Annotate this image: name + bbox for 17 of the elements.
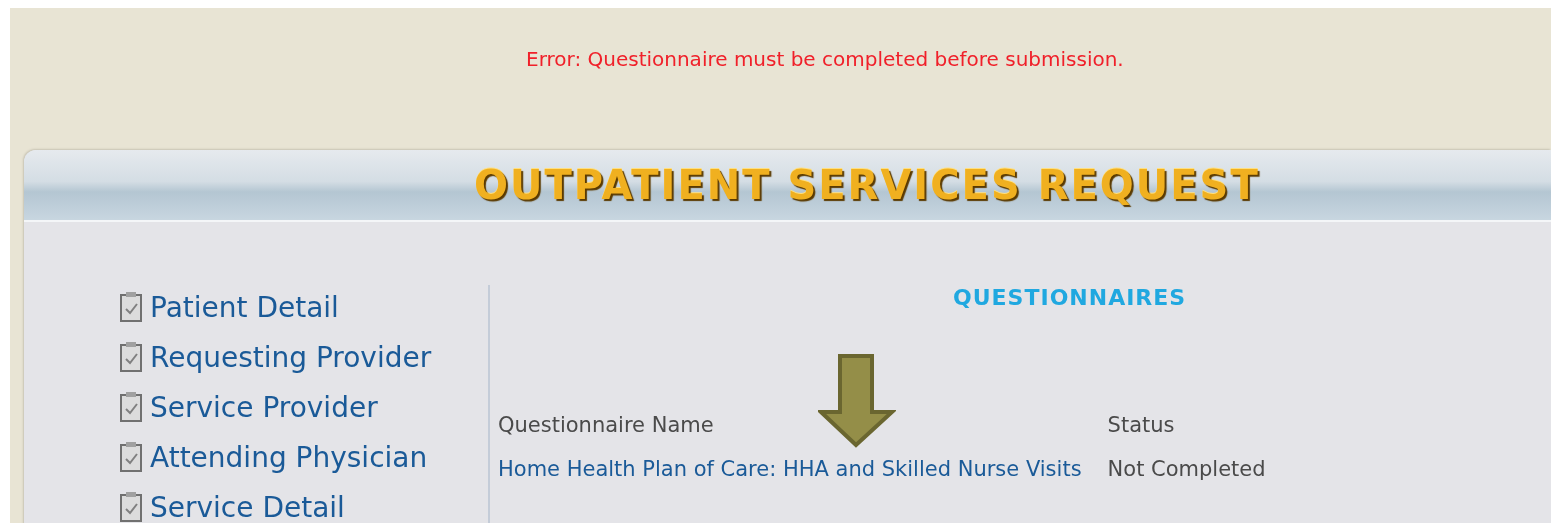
sidebar-link[interactable]: Service Detail	[118, 485, 488, 523]
sidebar-link[interactable]: Attending Physician	[118, 435, 488, 479]
questionnaire-link[interactable]: Home Health Plan of Care: HHA and Skilled Nurse Visits	[498, 457, 1082, 481]
sidebar-link[interactable]: Service Provider	[118, 385, 488, 429]
sidebar-link[interactable]: Requesting Provider	[118, 335, 488, 379]
section-heading: QUESTIONNAIRES	[953, 285, 1187, 310]
clipboard-check-icon	[118, 391, 144, 423]
sidebar-link[interactable]: Patient Detail	[118, 285, 488, 329]
down-arrow-icon	[818, 354, 896, 448]
column-header: Questionnaire Name	[498, 413, 714, 437]
error-message: Error: Questionnaire must be completed before submission.	[525, 46, 1125, 73]
clipboard-check-icon	[118, 441, 144, 473]
clipboard-check-icon	[118, 341, 144, 373]
column-header: Status	[1107, 413, 1175, 437]
clipboard-check-icon	[118, 291, 144, 323]
page-title: OUTPATIENT SERVICES REQUEST	[474, 162, 1260, 208]
status-text: Not Completed	[1107, 457, 1266, 481]
